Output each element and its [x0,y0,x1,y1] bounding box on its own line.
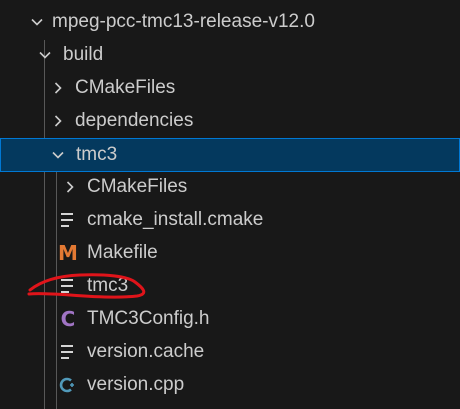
tree-item-version-cache[interactable]: version.cache [0,336,460,369]
tree-item-label: version.cache [87,341,205,362]
tree-item-label: cmake_install.cmake [87,209,264,230]
tree-item-tmc3-file[interactable]: tmc3 [0,270,460,303]
tree-item-label: tmc3 [76,144,118,165]
tree-item-tmc3-folder[interactable]: tmc3 [0,138,460,172]
tree-item-label: CMakeFiles [75,77,176,98]
tree-item-version-cpp[interactable]: version.cpp [0,369,460,402]
tree-item-label: dependencies [75,110,194,131]
text-file-icon [61,210,75,230]
tree-item-root-folder[interactable]: mpeg-pcc-tmc13-release-v12.0 [0,6,460,39]
cpp-file-icon [58,375,78,395]
tree-item-cmake-install-file[interactable]: cmake_install.cmake [0,204,460,237]
tree-item-label: Makefile [87,242,158,263]
tree-item-label: mpeg-pcc-tmc13-release-v12.0 [52,11,315,32]
tree-item-label: version.cpp [87,374,185,395]
chevron-down-icon[interactable] [29,14,45,30]
text-file-icon [61,276,75,296]
file-explorer-tree: mpeg-pcc-tmc13-release-v12.0 build CMake… [0,0,460,409]
tree-item-dependencies-folder[interactable]: dependencies [0,105,460,138]
tree-item-makefile[interactable]: M Makefile [0,237,460,270]
tree-item-label: build [63,44,104,65]
tree-item-cmakefiles-nested-folder[interactable]: CMakeFiles [0,171,460,204]
chevron-right-icon[interactable] [50,80,66,96]
text-file-icon [61,342,75,362]
tree-item-label: tmc3 [87,275,129,296]
tree-item-cmakefiles-folder[interactable]: CMakeFiles [0,72,460,105]
tree-item-label: TMC3Config.h [87,308,210,329]
chevron-right-icon[interactable] [62,179,78,195]
makefile-icon: M [58,241,78,265]
tree-item-label: CMakeFiles [87,176,188,197]
chevron-down-icon[interactable] [37,47,53,63]
tree-item-tmc3config-header[interactable]: C TMC3Config.h [0,303,460,336]
tree-item-build-folder[interactable]: build [0,39,460,72]
c-header-icon: C [60,307,76,331]
chevron-down-icon[interactable] [50,147,66,163]
chevron-right-icon[interactable] [50,113,66,129]
